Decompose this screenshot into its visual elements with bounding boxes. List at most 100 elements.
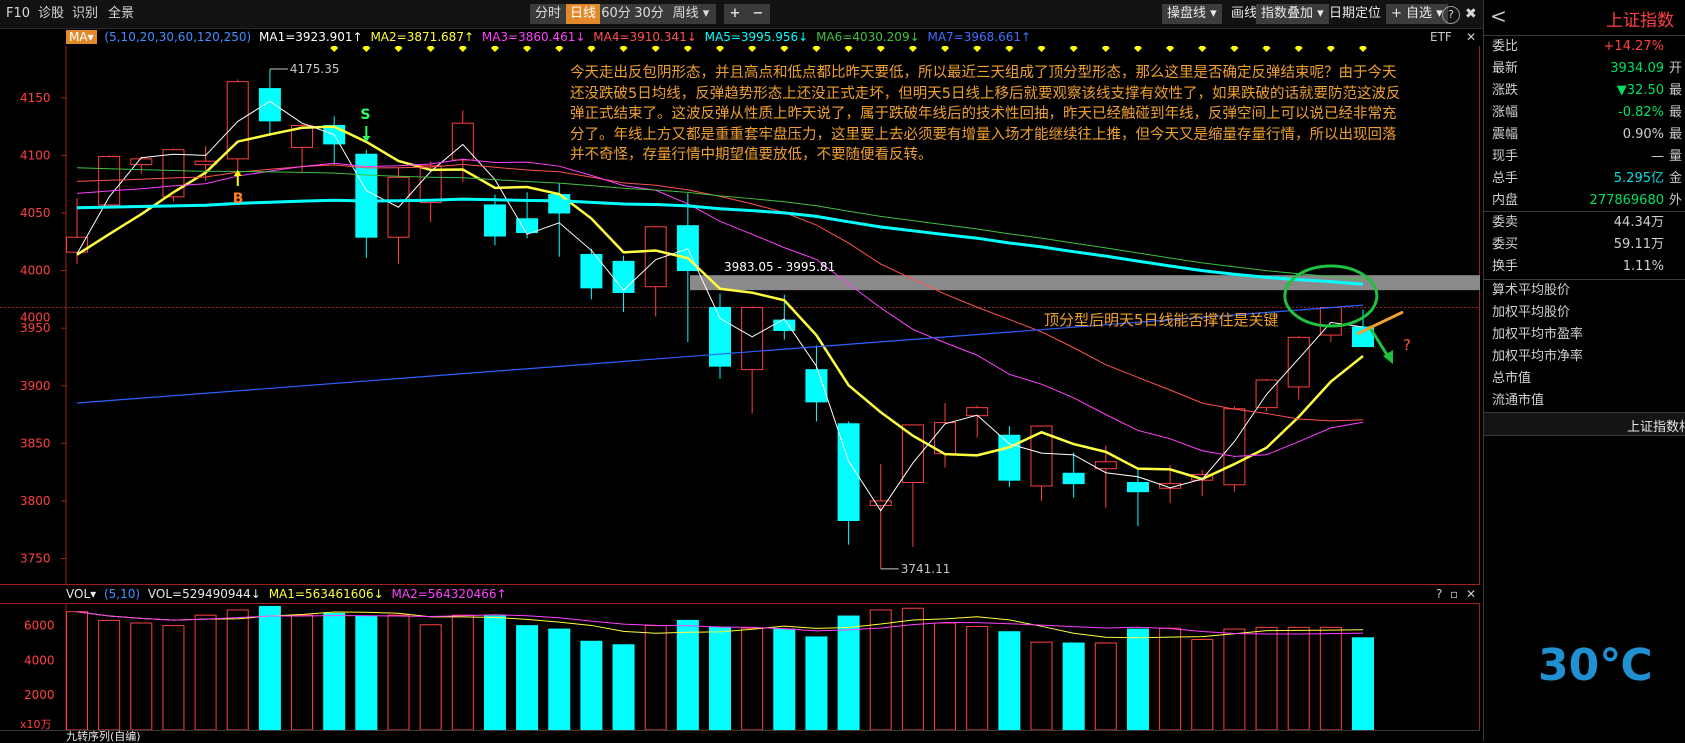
order-row: 换手 1.11% (1492, 256, 1678, 278)
order-row-label: 换手 (1492, 259, 1519, 274)
candle-body (130, 158, 153, 166)
stat-row-label: 加权平均市盈率 (1492, 327, 1584, 342)
price-tick-label-partial: 4000 (20, 310, 51, 324)
price-tick-label: 4000 (20, 264, 51, 278)
related-section-header[interactable]: 上证指数相关 (1484, 413, 1685, 435)
operation-line-dropdown[interactable]: 操盘线 ▾ (1162, 4, 1222, 24)
volume-bar (741, 627, 764, 730)
ma-selector-dropdown[interactable]: MA▾ (66, 30, 97, 44)
date-locate-button[interactable]: 日期定位 (1324, 4, 1386, 24)
vol-params[interactable]: (5,10) (104, 587, 140, 601)
stat-row-label: 算术平均股价 (1492, 283, 1571, 298)
etf-button[interactable]: ETF (1430, 28, 1452, 46)
quote-row-extra: 最 (1668, 83, 1682, 98)
quote-row: 现手 — 量 (1492, 146, 1682, 168)
volume-bar (644, 625, 667, 730)
quote-row-extra: 开 (1668, 61, 1682, 76)
commentary-line-2: 还没跌破5日均线，反弹趋势形态上还没正式走坏，但明天5日线上移后就要观察该线支撑… (570, 85, 1401, 102)
help-icon[interactable]: ? (1442, 6, 1460, 24)
price-tick-label: 3800 (20, 494, 51, 508)
order-row-value: 1.11% (1622, 259, 1664, 274)
candle-body (1223, 408, 1246, 486)
volume-bar (805, 636, 828, 730)
volume-bar (1062, 642, 1085, 730)
order-row-label: 委买 (1492, 237, 1519, 252)
quote-row-extra: 最 (1668, 105, 1682, 120)
volume-bar (516, 625, 539, 730)
quote-row: 涨幅 -0.82% 最 (1492, 102, 1682, 124)
volume-bar (773, 628, 796, 730)
bottom-indicator-label[interactable]: 九转序列(自编) (66, 731, 141, 742)
vol-value: VOL=529490944↓ (147, 587, 261, 601)
order-row-label: 委卖 (1492, 215, 1519, 230)
period-tab-intraday[interactable]: 分时 (530, 4, 566, 24)
volume-bar (1223, 628, 1246, 730)
temperature-display: 30℃ (1538, 640, 1653, 691)
volume-bar (483, 615, 506, 730)
zoom-in-button[interactable]: + (724, 4, 746, 24)
bottom-indicator-tab[interactable]: 九转序列(自编) (0, 730, 1480, 742)
vol-maximize-icon[interactable]: ▫ (1450, 585, 1458, 603)
f10-button[interactable]: F10 (6, 5, 30, 23)
order-row-value: 44.34万 (1613, 215, 1664, 230)
stat-row: 算术平均股价 (1492, 280, 1678, 302)
volume-bar (291, 614, 314, 730)
stat-row-label: 总市值 (1492, 371, 1532, 386)
quote-row-label: 内盘 (1492, 193, 1519, 208)
panorama-button[interactable]: 全景 (108, 5, 134, 23)
candle-body (451, 122, 474, 161)
commentary-line-1: 今天走出反包阴形态，并且高点和低点都比昨天要低，所以最近三天组成了顶分型形态，那… (570, 65, 1397, 81)
volume-bar (837, 615, 860, 730)
quote-row: 总手 5.295亿金 (1492, 168, 1682, 190)
commentary-line-3: 弹正式结束了。这波反弹从性质上昨天说了，属于跌破年线后的技术性回抽，昨天已经触碰… (570, 106, 1397, 123)
period-tab-60min[interactable]: 60分 (600, 4, 632, 24)
period-tab-daily[interactable]: 日线 (566, 4, 600, 24)
quote-row-label: 震幅 (1492, 127, 1519, 142)
volume-bar (1191, 639, 1214, 730)
close-icon[interactable]: ✖ (1465, 5, 1477, 23)
quote-row-value: 5.295亿 (1613, 171, 1664, 186)
watchlist-dropdown[interactable]: + 自选 ▾ (1386, 4, 1448, 24)
candle-body (483, 204, 506, 237)
identify-button[interactable]: 识别 (72, 5, 98, 23)
zoom-out-button[interactable]: − (746, 4, 770, 24)
period-tab-weekly[interactable]: 周线 ▾ (666, 4, 716, 24)
ma4-value: MA4=3910.341↓ (593, 30, 697, 44)
quote-row: 涨跌 ▼32.50 最 (1492, 80, 1682, 102)
volume-unit-label: x10万 (20, 718, 52, 730)
candle-body (162, 149, 185, 198)
ma-indicator-bar: MA▾ (5,10,20,30,60,120,250) MA1=3923.901… (0, 28, 1480, 46)
stat-row-label: 流通市值 (1492, 393, 1545, 408)
price-tick-label: 3850 (20, 436, 51, 450)
order-row-value: 59.11万 (1613, 237, 1664, 252)
index-title: 上证指数 (1606, 11, 1674, 31)
quote-row-label: 最新 (1492, 61, 1519, 76)
vol-selector-dropdown[interactable]: VOL▾ (66, 587, 96, 601)
stat-row: 流通市值 (1492, 390, 1678, 412)
back-chevron-icon[interactable]: < (1490, 4, 1507, 28)
price-tick-label: 3750 (20, 552, 51, 566)
ma3-value: MA3=3860.461↓ (481, 30, 586, 44)
vol-help-icon[interactable]: ? (1436, 585, 1442, 603)
related-section-title: 上证指数相关 (1627, 420, 1685, 435)
quote-row-extra: 金 (1668, 171, 1682, 186)
key-note-annotation: 顶分型后明天5日线能否撑住是关键 (1044, 311, 1279, 329)
volume-bar (676, 619, 699, 730)
order-row: 委卖 44.34万 (1492, 212, 1678, 234)
volume-tick-label: 4000 (24, 653, 55, 667)
diagnose-button[interactable]: 诊股 (38, 5, 64, 23)
volume-bar (387, 614, 410, 730)
sell-signal-label: S (360, 107, 370, 123)
ma-close-icon[interactable]: ✕ (1466, 28, 1476, 46)
index-overlay-dropdown[interactable]: 指数叠加 ▾ (1256, 4, 1329, 24)
period-tab-30min[interactable]: 30分 (632, 4, 666, 24)
volume-bar (66, 611, 88, 730)
vol-close-icon[interactable]: ✕ (1466, 585, 1476, 603)
quote-row-value: 277869680 (1589, 193, 1664, 208)
quote-row-extra: 最 (1668, 127, 1682, 142)
ma-params[interactable]: (5,10,20,30,60,120,250) (104, 30, 251, 44)
volume-chart[interactable]: 6000 4000 2000 x10万 (0, 603, 1480, 730)
quote-row: 最新 3934.09 开 (1492, 58, 1682, 80)
volume-bar (998, 631, 1021, 730)
volume-bar (966, 625, 989, 730)
